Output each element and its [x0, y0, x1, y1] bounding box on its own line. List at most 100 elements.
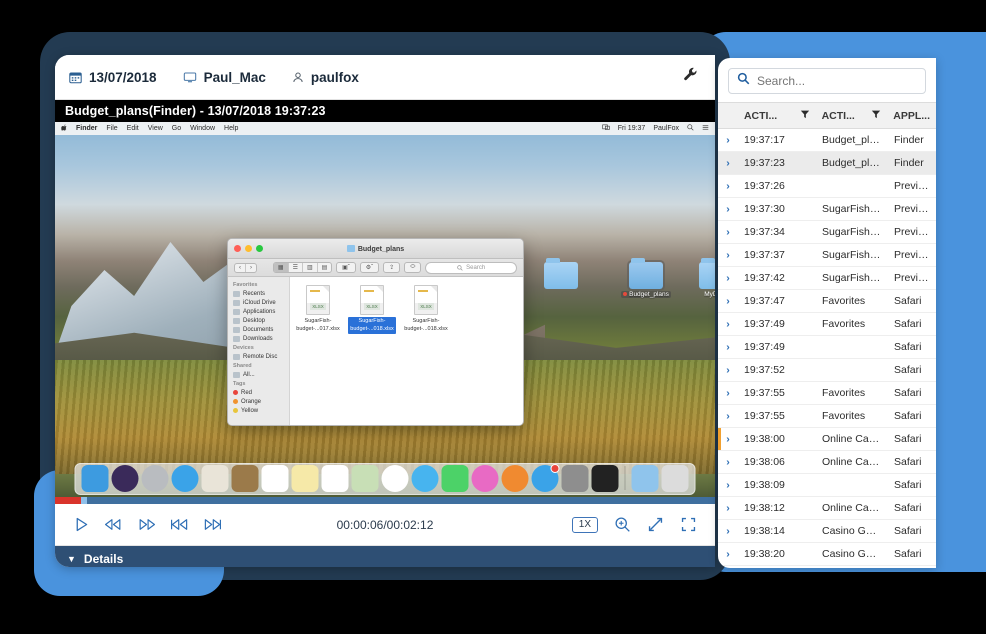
finder-sidebar-item[interactable]: All... [228, 370, 289, 379]
finder-search-field[interactable]: Search [425, 261, 517, 274]
finder-file-item[interactable]: XLSX SugarFish-budget-...018.xlsx [348, 285, 396, 334]
expand-row-icon[interactable]: › [718, 433, 738, 445]
finder-nav-buttons[interactable]: ‹ › [234, 262, 257, 273]
desktop-folder-mydocs[interactable]: MyDocs [697, 258, 715, 298]
search-input[interactable] [757, 74, 917, 88]
dock-app-store-icon[interactable] [531, 464, 560, 492]
dock-calendar-icon[interactable] [261, 465, 289, 492]
previous-button[interactable] [170, 516, 189, 533]
finder-window[interactable]: Budget_plans ‹ › ▦ ☰ ▥ ▤ ▣ˇ ⚙ˇ ⇪ ⬭ Searc… [227, 238, 524, 426]
table-row[interactable]: › 19:38:12 Online Casin... Safari [718, 497, 936, 520]
table-row[interactable]: › 19:38:20 Casino Gam... Safari [718, 543, 936, 566]
menubar-username[interactable]: PaulFox [653, 125, 679, 132]
finder-toolbar[interactable]: ‹ › ▦ ☰ ▥ ▤ ▣ˇ ⚙ˇ ⇪ ⬭ Search [228, 259, 523, 277]
expand-row-icon[interactable]: › [718, 295, 738, 307]
search-icon[interactable] [687, 124, 694, 133]
column-header-action-time[interactable]: ACTI... [738, 103, 816, 128]
table-row[interactable]: › 19:37:47 Favorites Safari [718, 290, 936, 313]
finder-sidebar-item[interactable]: Remote Disc [228, 352, 289, 361]
minimize-icon[interactable] [245, 245, 252, 252]
dock-system-preferences-icon[interactable] [561, 465, 589, 492]
finder-sidebar-item[interactable]: Applications [228, 307, 289, 316]
finder-view-switch[interactable]: ▦ ☰ ▥ ▤ [272, 262, 333, 273]
menubar-item-go[interactable]: Go [172, 125, 181, 132]
details-bar[interactable]: ▼ Details [55, 546, 715, 567]
share-icon[interactable]: ⇪ [383, 262, 401, 273]
table-row[interactable]: › 19:37:49 Favorites Safari [718, 313, 936, 336]
finder-sidebar-item[interactable]: Orange [228, 397, 289, 406]
expand-row-icon[interactable]: › [718, 226, 738, 238]
table-row[interactable]: › 19:38:14 Casino Gam... Safari [718, 520, 936, 543]
finder-sidebar-item[interactable]: iCloud Drive [228, 298, 289, 307]
back-icon[interactable]: ‹ [235, 263, 246, 272]
wrench-icon[interactable] [683, 67, 699, 88]
expand-row-icon[interactable]: › [718, 134, 738, 146]
expand-icon[interactable] [647, 516, 664, 533]
table-row[interactable]: › 19:37:55 Favorites Safari [718, 405, 936, 428]
expand-row-icon[interactable]: › [718, 364, 738, 376]
expand-row-icon[interactable]: › [718, 341, 738, 353]
table-row[interactable]: › 19:37:42 SugarFish-b... Preview [718, 267, 936, 290]
zoom-in-icon[interactable] [614, 516, 631, 533]
macos-menubar[interactable]: Finder File Edit View Go Window Help Fri… [55, 122, 715, 135]
finder-file-grid[interactable]: XLSX SugarFish-budget-...017.xlsx XLSX Suga… [290, 277, 523, 425]
finder-file-item[interactable]: XLSX SugarFish-budget-...018.xlsx [402, 285, 450, 334]
table-row[interactable]: › 19:38:06 Online Casin... Safari [718, 451, 936, 474]
playback-speed-button[interactable]: 1X [571, 516, 598, 533]
table-row[interactable]: › 19:37:23 Budget_plans Finder [718, 152, 936, 175]
arrange-icon[interactable]: ▣ˇ [336, 262, 356, 273]
menubar-item-window[interactable]: Window [190, 125, 215, 132]
finder-sidebar-item[interactable]: Recents [228, 289, 289, 298]
menubar-item-file[interactable]: File [106, 125, 117, 132]
expand-row-icon[interactable]: › [718, 180, 738, 192]
window-controls[interactable] [234, 245, 263, 252]
grid-view-icon[interactable]: ▦ [273, 263, 289, 272]
maximize-icon[interactable] [256, 245, 263, 252]
desktop-folder[interactable] [542, 258, 580, 291]
expand-row-icon[interactable]: › [718, 548, 738, 560]
table-row[interactable]: › 19:37:49 Safari [718, 336, 936, 359]
dock-ibooks-icon[interactable] [501, 465, 529, 492]
table-row[interactable]: › 19:37:34 SugarFish-b... Preview [718, 221, 936, 244]
dock-reminders-icon[interactable] [321, 465, 349, 492]
desktop-folder-budget-plans[interactable]: Budget_plans [621, 258, 671, 298]
table-row[interactable]: › 19:37:17 Budget_plans Finder [718, 129, 936, 152]
dock-launchpad-icon[interactable] [141, 465, 169, 492]
dock-safari-icon[interactable] [171, 465, 199, 492]
dock-reminders-dark-icon[interactable] [591, 465, 619, 492]
forward-icon[interactable]: › [246, 264, 256, 272]
apple-icon[interactable] [61, 124, 67, 133]
finder-sidebar-item[interactable]: Desktop [228, 316, 289, 325]
next-button[interactable] [203, 516, 222, 533]
expand-row-icon[interactable]: › [718, 387, 738, 399]
menubar-item-help[interactable]: Help [224, 125, 238, 132]
expand-row-icon[interactable]: › [718, 249, 738, 261]
finder-sidebar-item[interactable]: Yellow [228, 406, 289, 415]
filter-icon[interactable] [800, 109, 810, 122]
activity-table-body[interactable]: › 19:37:17 Budget_plans Finder › 19:37:23 Budg… [718, 129, 936, 566]
column-view-icon[interactable]: ▥ [303, 263, 318, 272]
filter-icon[interactable] [871, 109, 881, 122]
dock-siri-icon[interactable] [111, 465, 139, 492]
expand-row-icon[interactable]: › [718, 318, 738, 330]
search-box[interactable] [728, 68, 926, 94]
list-icon[interactable] [702, 124, 709, 133]
fast-forward-button[interactable] [137, 516, 156, 533]
dock-mail-icon[interactable] [201, 465, 229, 492]
dock-notes-icon[interactable] [291, 465, 319, 492]
finder-sidebar[interactable]: Favorites Recents iCloud Drive Applications… [228, 277, 290, 425]
table-row[interactable]: › 19:37:55 Favorites Safari [718, 382, 936, 405]
expand-row-icon[interactable]: › [718, 525, 738, 537]
expand-row-icon[interactable]: › [718, 502, 738, 514]
table-row[interactable]: › 19:38:09 Safari [718, 474, 936, 497]
macos-dock[interactable] [74, 463, 696, 495]
dock-itunes-icon[interactable] [471, 465, 499, 492]
finder-sidebar-item[interactable]: Red [228, 388, 289, 397]
dock-contacts-icon[interactable] [231, 465, 259, 492]
menubar-item-edit[interactable]: Edit [127, 125, 139, 132]
column-header-action-name[interactable]: ACTI... [816, 103, 888, 128]
dock-downloads-folder-icon[interactable] [631, 465, 659, 492]
play-button[interactable] [73, 516, 90, 533]
expand-row-icon[interactable]: › [718, 410, 738, 422]
table-row[interactable]: › 19:37:26 Preview [718, 175, 936, 198]
